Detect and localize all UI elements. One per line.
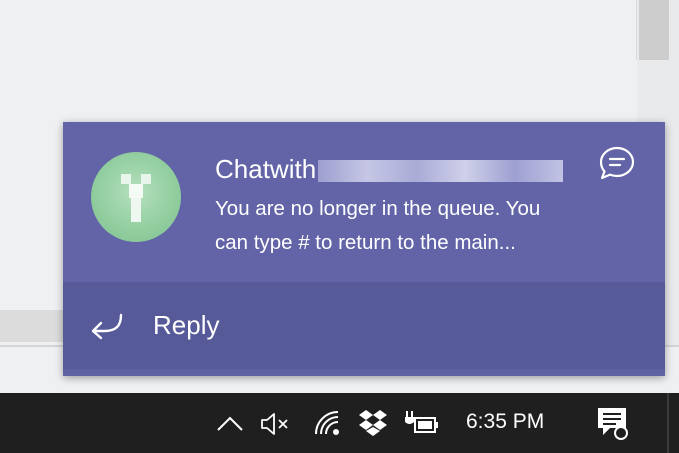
dropbox-icon[interactable] <box>357 408 389 438</box>
notification-body[interactable]: Chatwith You are no longer in the queue.… <box>63 122 665 282</box>
redacted-sender-name <box>318 160 564 183</box>
taskbar: 6:35 PM <box>0 393 679 453</box>
chat-bubble-icon[interactable] <box>599 146 635 180</box>
scrollbar-thumb[interactable] <box>639 0 669 60</box>
toast-footer-strip <box>63 369 665 376</box>
sender-name-text: Chatwith <box>215 154 317 184</box>
reply-button[interactable]: Reply <box>63 282 665 369</box>
avatar <box>91 152 181 242</box>
sender-name: Chatwith <box>215 154 564 185</box>
message-line-1: You are no longer in the queue. You <box>215 197 541 220</box>
battery-charging-icon[interactable] <box>404 409 440 437</box>
reply-arrow-icon <box>91 313 123 340</box>
avatar-initial-icon <box>121 174 151 222</box>
chevron-up-icon[interactable] <box>216 415 244 433</box>
wifi-icon[interactable] <box>313 409 343 437</box>
message-line-2: can type # to return to the main... <box>215 231 516 254</box>
show-desktop-divider[interactable] <box>667 393 669 453</box>
chat-notification-toast[interactable]: Chatwith You are no longer in the queue.… <box>63 122 665 376</box>
reply-label: Reply <box>153 310 220 340</box>
notification-message: You are no longer in the queue. You can … <box>215 192 615 260</box>
taskbar-clock[interactable]: 6:35 PM <box>466 410 544 434</box>
action-center-icon[interactable] <box>596 406 630 440</box>
speaker-muted-icon[interactable] <box>260 411 292 437</box>
